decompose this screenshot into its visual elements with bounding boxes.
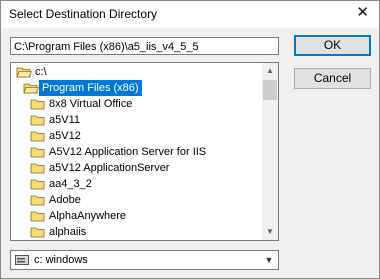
- folder-icon: [30, 115, 45, 126]
- tree-item-label: AlphaAnywhere: [49, 210, 127, 222]
- folder-icon: [30, 211, 45, 222]
- tree-item-label: alphaiis: [49, 226, 87, 238]
- tree-item[interactable]: aa4_3_2: [11, 176, 263, 192]
- chevron-down-icon[interactable]: ▼: [262, 253, 276, 267]
- tree-item-label: a5V11: [49, 114, 80, 126]
- tree-item[interactable]: 8x8 Virtual Office: [11, 96, 263, 112]
- tree-item-label: Adobe: [49, 194, 81, 206]
- tree-item-label: A5V12 Application Server for IIS: [49, 146, 207, 158]
- folder-icon: [30, 227, 45, 238]
- tree-item[interactable]: Program Files (x86): [11, 80, 263, 96]
- vertical-scrollbar[interactable]: ▲ ▼: [262, 63, 278, 240]
- open-folder-icon: [23, 83, 39, 94]
- tree-item[interactable]: c:\: [11, 64, 263, 80]
- tree-item[interactable]: a5V12 ApplicationServer: [11, 160, 263, 176]
- tree-item-label: Program Files (x86): [39, 80, 142, 96]
- close-icon[interactable]: ✕: [356, 4, 369, 22]
- tree-item-label: 8x8 Virtual Office: [49, 98, 133, 110]
- scroll-down-icon[interactable]: ▼: [262, 224, 278, 240]
- drive-select-value: c: windows: [34, 254, 88, 266]
- select-directory-dialog: Select Destination Directory ✕ C:\Progra…: [0, 0, 380, 279]
- tree-item[interactable]: Adobe: [11, 192, 263, 208]
- folder-icon: [30, 147, 45, 158]
- tree-item-label: aa4_3_2: [49, 178, 92, 190]
- cancel-button[interactable]: Cancel: [294, 68, 371, 89]
- title-bar: Select Destination Directory ✕: [1, 1, 379, 28]
- path-input[interactable]: C:\Program Files (x86)\a5_iis_v4_5_5: [10, 37, 279, 55]
- tree-item-label: a5V12 ApplicationServer: [49, 162, 170, 174]
- folder-icon: [30, 195, 45, 206]
- tree-item[interactable]: a5V11: [11, 112, 263, 128]
- tree-item[interactable]: alphaiis: [11, 224, 263, 240]
- tree-item[interactable]: a5V12: [11, 128, 263, 144]
- folder-icon: [30, 163, 45, 174]
- ok-button[interactable]: OK: [294, 35, 371, 56]
- scroll-thumb[interactable]: [263, 80, 277, 100]
- folder-icon: [30, 131, 45, 142]
- tree-item-label: c:\: [35, 66, 47, 78]
- folder-icon: [30, 99, 45, 110]
- tree-item[interactable]: A5V12 Application Server for IIS: [11, 144, 263, 160]
- tree-item[interactable]: AlphaAnywhere: [11, 208, 263, 224]
- folder-icon: [30, 179, 45, 190]
- window-title: Select Destination Directory: [9, 7, 158, 21]
- drive-select[interactable]: c: windows ▼: [10, 250, 279, 270]
- tree-item-label: a5V12: [49, 130, 81, 142]
- open-folder-icon: [16, 67, 32, 78]
- scroll-up-icon[interactable]: ▲: [262, 63, 278, 79]
- directory-tree[interactable]: c:\ Program Files (x86) 8x8 Virtual Office…: [10, 62, 279, 241]
- drive-icon: [15, 255, 29, 265]
